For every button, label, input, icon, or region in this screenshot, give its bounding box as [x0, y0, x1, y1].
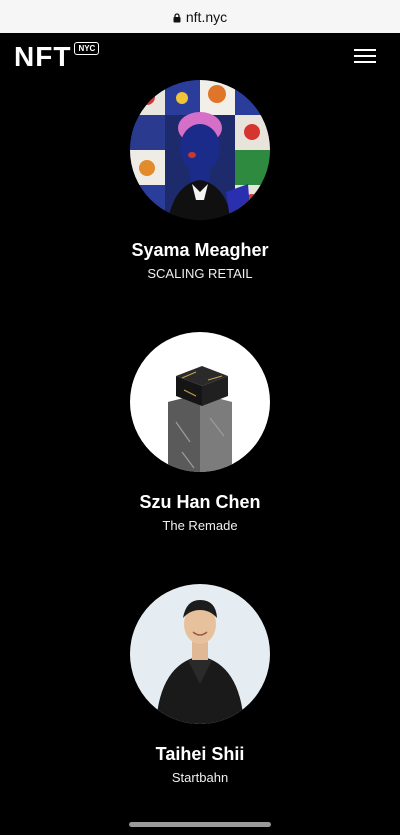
hamburger-menu-icon[interactable] [354, 47, 376, 65]
logo-badge: NYC [74, 42, 100, 55]
logo-text: NFT [14, 41, 72, 72]
speaker-company: Startbahn [171, 770, 229, 785]
speaker-avatar[interactable] [130, 80, 270, 220]
speaker-card[interactable]: Taihei Shii Startbahn [0, 584, 400, 786]
speaker-company: The Remade [162, 518, 238, 533]
speaker-name: Syama Meagher [131, 240, 269, 260]
site-logo[interactable]: NFT NYC [14, 41, 100, 72]
browser-url-bar[interactable]: nft.nyc [0, 0, 400, 33]
url-text: nft.nyc [185, 8, 228, 25]
speaker-name: Taihei Shii [155, 744, 245, 764]
speaker-company: SCALING RETAIL [147, 266, 253, 281]
speaker-name: Szu Han Chen [139, 492, 261, 512]
site-header: NFT NYC [0, 33, 400, 83]
lock-icon [173, 13, 181, 23]
speaker-card[interactable]: Szu Han Chen The Remade [0, 332, 400, 534]
home-indicator[interactable] [129, 822, 271, 827]
speaker-avatar[interactable] [130, 584, 270, 724]
speaker-card[interactable]: Syama Meagher SCALING RETAIL [0, 80, 400, 282]
speaker-avatar[interactable] [130, 332, 270, 472]
